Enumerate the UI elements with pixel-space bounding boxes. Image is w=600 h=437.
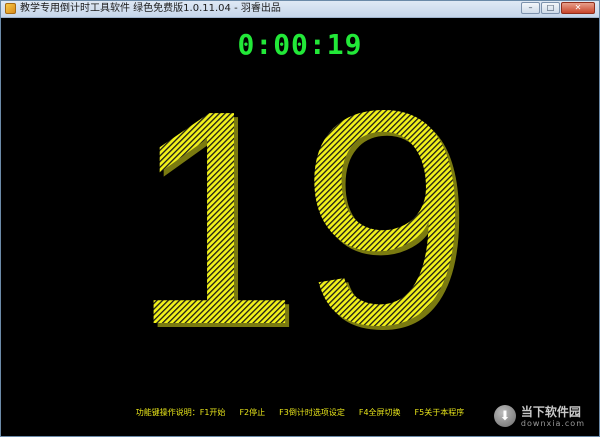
close-icon: ✕ — [574, 3, 582, 12]
hint-f2-stop: F2停止 — [239, 408, 266, 417]
window-title: 教学专用倒计时工具软件 绿色免费版1.0.11.04 - 羽睿出品 — [20, 3, 281, 14]
app-window: 教学专用倒计时工具软件 绿色免费版1.0.11.04 - 羽睿出品 – □ ✕ … — [0, 0, 600, 437]
big-number: 19 — [130, 99, 469, 349]
minimize-icon: – — [528, 3, 533, 12]
hint-f5-about: F5关于本程序 — [414, 408, 465, 417]
hint-f3-settings: F3倒计时选项设定 — [279, 408, 345, 417]
hint-f1-start: 功能键操作说明：F1开始 — [135, 408, 226, 417]
app-icon — [5, 3, 16, 14]
close-button[interactable]: ✕ — [561, 2, 595, 14]
title-bar[interactable]: 教学专用倒计时工具软件 绿色免费版1.0.11.04 - 羽睿出品 – □ ✕ — [1, 1, 599, 18]
download-arrow-icon: ⬇ — [493, 405, 516, 427]
watermark: ⬇ 当下软件园 downxia.com — [493, 401, 585, 431]
window-controls: – □ ✕ — [520, 2, 595, 14]
countdown-timer: 0:00:19 — [237, 28, 363, 61]
maximize-icon: □ — [546, 3, 555, 12]
maximize-button[interactable]: □ — [541, 2, 560, 14]
big-countdown-number: 19 19 — [130, 99, 473, 349]
minimize-button[interactable]: – — [521, 2, 540, 14]
watermark-url: downxia.com — [520, 418, 585, 428]
hint-f4-fullscreen: F4全屏切换 — [358, 408, 401, 417]
watermark-name: 当下软件园 — [520, 404, 581, 419]
